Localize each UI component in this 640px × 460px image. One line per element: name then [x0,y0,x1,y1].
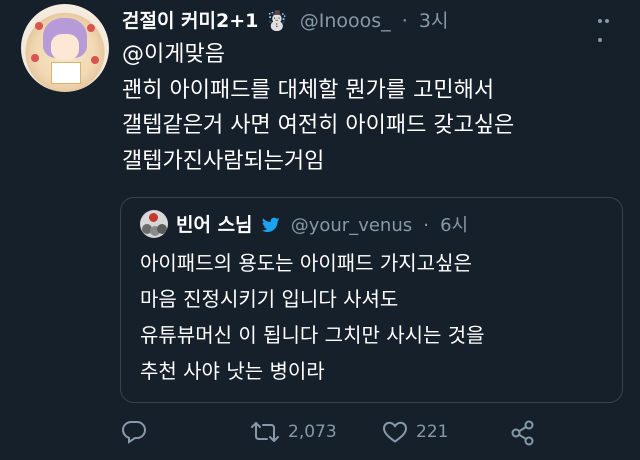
quoted-tweet-card[interactable]: 빈어 스님 @your_venus · 6시 아이패드의 용도는 아이패드 가지… [120,197,623,403]
retweet-button[interactable]: 2,073 [250,420,337,444]
avatar-decoration [91,56,99,64]
author-name[interactable]: 걷절이 커미2+1 ☃️ [122,10,289,32]
dot-separator: · [401,10,408,32]
avatar-decoration [31,54,39,62]
quoted-line: 유튜뷰머신 이 됩니다 그치만 사시는 것을 [140,323,485,347]
author-avatar[interactable] [21,4,109,92]
action-bar: 2,073 221 [0,420,640,450]
like-icon [382,421,408,443]
tweet-line: 갤텝가진사람되는거임 [122,148,325,174]
dot-separator: · [423,215,429,236]
more-options-icon[interactable] [598,8,618,42]
avatar-decoration [149,213,158,222]
avatar-card [51,62,81,84]
like-count: 221 [416,422,449,442]
tweet-line: 갤텝같은거 사면 여전히 아이패드 갖고싶은 [122,113,515,138]
author-handle[interactable]: @Inooos_ [300,10,391,32]
avatar-face [51,34,79,60]
twitter-bird-icon [261,217,280,232]
quoted-tweet-time: 6시 [440,215,469,236]
tweet-line: 괜히 아이패드를 대체할 뭔가를 고민해서 [122,77,495,103]
dot [598,19,602,23]
tweet-time[interactable]: 3시 [419,10,449,32]
avatar-decoration [157,224,167,234]
reply-icon [121,421,147,444]
retweet-count: 2,073 [288,422,337,442]
tweet-line[interactable]: @이게맞음 [122,37,622,73]
tweet-text: @이게맞음 괜히 아이패드를 대체할 뭔가를 고민해서 갤텝같은거 사면 여전히… [122,37,622,179]
quoted-line: 추천 사야 낫는 병이라 [140,359,325,383]
quoted-author-handle: @your_venus [290,215,413,236]
dot [605,19,609,23]
share-icon [511,420,534,446]
retweet-icon [251,422,279,442]
like-button[interactable]: 221 [382,420,448,444]
quoted-line: 아이패드의 용도는 아이패드 가지고싶은 [140,251,472,275]
quoted-line: 마음 진정시키기 입니다 사셔도 [140,287,399,311]
quoted-author-name: 빈어 스님 [176,214,253,236]
avatar-decoration [87,24,95,32]
share-button[interactable] [510,420,536,446]
avatar-decoration [35,22,43,30]
quoted-tweet-text: 아이패드의 용도는 아이패드 가지고싶은 마음 진정시키기 입니다 사셔도 유튜… [140,245,610,389]
reply-button[interactable] [121,420,147,444]
tweet-header: 걷절이 커미2+1 ☃️ @Inooos_ · 3시 [122,6,448,33]
quoted-header: 빈어 스님 @your_venus · 6시 [176,210,468,237]
quoted-author-avatar[interactable] [140,210,168,238]
